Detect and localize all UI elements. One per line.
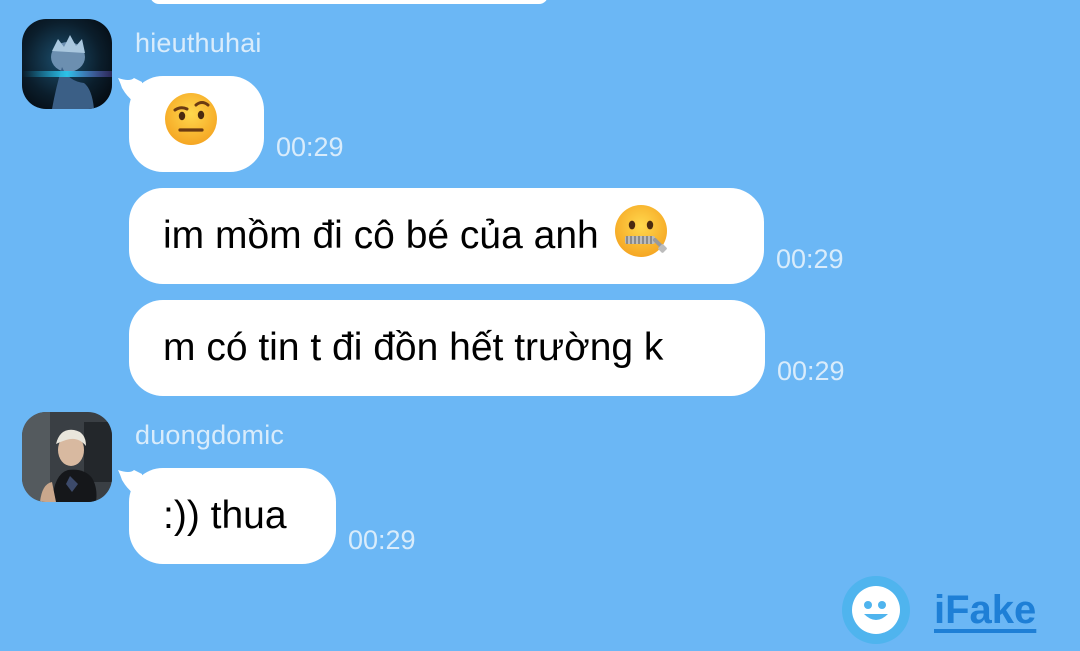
message-bubble[interactable] [129,76,264,172]
message-timestamp: 00:29 [776,244,844,274]
face-with-raised-eyebrow-icon [163,91,219,157]
ifake-label: iFake [934,588,1037,632]
message-text: m có tin t đi đồn hết trường k [163,326,664,369]
ifake-logo-icon [842,576,910,644]
message-bubble[interactable]: im mồm đi cô bé của anh [129,188,764,284]
message-text: im mồm đi cô bé của anh [163,214,599,257]
message-bubble[interactable]: :)) thua [129,468,336,564]
message-timestamp: 00:29 [777,356,845,386]
zipper-mouth-face-icon [613,203,669,269]
sender-name: hieuthuhai [135,28,262,58]
previous-message-bubble [150,0,548,4]
message-text: :)) thua [163,494,287,537]
message-timestamp: 00:29 [348,525,416,555]
message-timestamp: 00:29 [276,132,344,162]
avatar-duongdomic[interactable] [22,412,112,502]
avatar-hieuthuhai[interactable] [22,19,112,109]
sender-name: duongdomic [135,420,285,450]
message-bubble[interactable]: m có tin t đi đồn hết trường k [129,300,765,396]
